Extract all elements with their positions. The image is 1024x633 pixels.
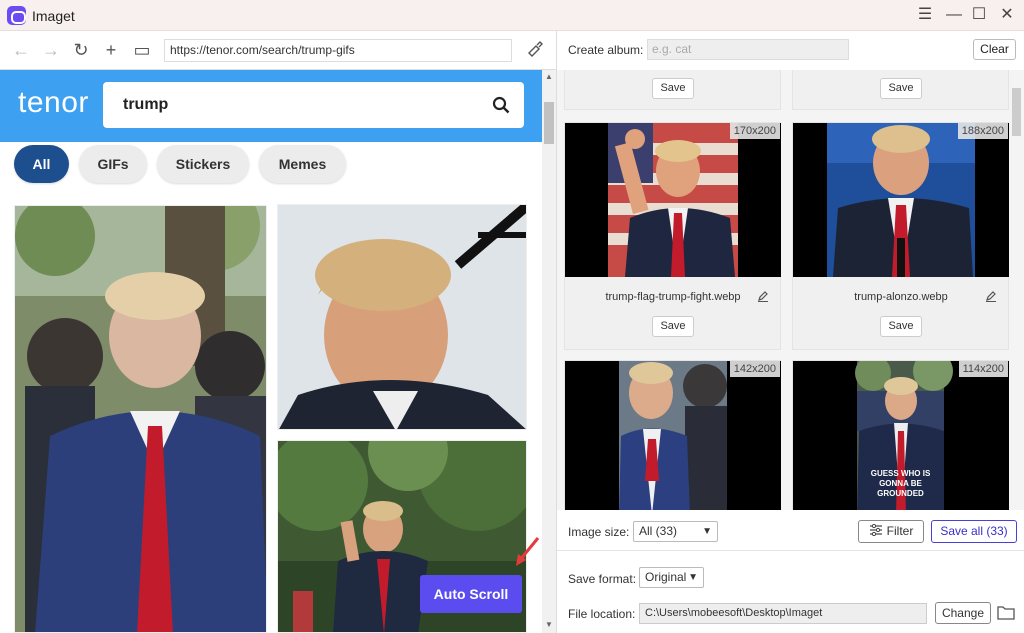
image-card: GUESS WHO IS GONNA BE GROUNDED 114x200 [792, 360, 1009, 510]
image-size-select[interactable]: All (33) ▼ [633, 521, 718, 542]
image-card: 170x200 trump-flag-trump-fight.webp Save [564, 122, 781, 350]
tenor-logo[interactable]: tenor [18, 86, 89, 120]
address-bar: ← → ↻ + ▭ https://tenor.com/search/trump… [0, 31, 556, 70]
image-caption: GUESS WHO IS GONNA BE GROUNDED [870, 469, 931, 498]
clear-button[interactable]: Clear [973, 39, 1016, 60]
filter-icon [869, 523, 882, 537]
filter-button[interactable]: Filter [858, 520, 924, 543]
gallery-scrollbar[interactable] [1009, 70, 1024, 510]
image-dimensions: 142x200 [729, 361, 780, 377]
filter-label: Filter [886, 524, 914, 538]
app-title: Imaget [32, 8, 75, 24]
clean-icon[interactable] [524, 39, 546, 61]
image-thumbnail[interactable] [565, 123, 781, 277]
image-thumbnail[interactable] [565, 361, 781, 510]
scroll-down-icon[interactable]: ▼ [545, 620, 553, 629]
gif-tile[interactable] [14, 205, 267, 633]
scroll-thumb[interactable] [544, 102, 554, 144]
album-input[interactable]: e.g. cat [647, 39, 849, 60]
search-input[interactable]: trump [123, 96, 168, 114]
create-album-label: Create album: [568, 43, 644, 57]
image-size-value: All (33) [639, 524, 678, 538]
webpage-view: tenor trump All GIFs Stickers Memes Auto… [0, 70, 542, 633]
image-dimensions: 114x200 [958, 361, 1008, 377]
image-filename: trump-alonzo.webp [854, 291, 948, 303]
chip-all[interactable]: All [14, 145, 69, 183]
save-all-button[interactable]: Save all (33) [931, 520, 1017, 543]
gif-tile[interactable] [277, 204, 527, 430]
new-tab-icon[interactable]: + [100, 39, 122, 61]
search-icon[interactable] [492, 96, 510, 114]
scroll-up-icon[interactable]: ▲ [545, 72, 553, 81]
title-bar: Imaget ☰ — ☐ ✕ [0, 0, 1024, 31]
forward-icon[interactable]: → [40, 39, 62, 61]
maximize-icon[interactable]: ☐ [968, 5, 990, 25]
edit-icon[interactable] [985, 290, 997, 302]
auto-scroll-button[interactable]: Auto Scroll [420, 575, 522, 613]
separator [557, 550, 1024, 551]
save-button[interactable]: Save [880, 78, 922, 99]
chip-memes[interactable]: Memes [259, 145, 346, 183]
image-card: 188x200 trump-alonzo.webp Save [792, 122, 1009, 350]
image-gallery: Save Save 170x200 trump-flag-trump-fight… [557, 70, 1009, 510]
image-thumbnail[interactable] [793, 123, 1009, 277]
reload-icon[interactable]: ↻ [70, 39, 92, 61]
image-card: 142x200 [564, 360, 781, 510]
tenor-header: tenor trump [0, 70, 542, 142]
app-logo-icon [7, 6, 26, 25]
download-panel: Create album: e.g. cat Clear Save Save 1… [557, 31, 1024, 633]
image-size-label: Image size: [568, 525, 630, 539]
image-card: Save [564, 70, 781, 110]
close-icon[interactable]: ✕ [996, 5, 1018, 25]
save-format-label: Save format: [568, 572, 637, 586]
webpage-scrollbar[interactable]: ▲ ▼ [542, 70, 556, 633]
gallery-scroll-thumb[interactable] [1012, 88, 1021, 136]
image-thumbnail[interactable]: GUESS WHO IS GONNA BE GROUNDED [793, 361, 1009, 510]
save-button[interactable]: Save [652, 316, 694, 337]
image-dimensions: 170x200 [729, 123, 780, 139]
chevron-down-icon: ▼ [702, 526, 712, 537]
image-filename: trump-flag-trump-fight.webp [605, 291, 741, 303]
menu-icon[interactable]: ☰ [914, 5, 936, 25]
image-card: Save [792, 70, 1009, 110]
minimize-icon[interactable]: — [943, 5, 965, 25]
folder-icon[interactable] [997, 604, 1015, 620]
chip-gifs[interactable]: GIFs [79, 145, 147, 183]
back-icon[interactable]: ← [10, 39, 32, 61]
pointer-arrow-icon [516, 537, 540, 566]
url-input[interactable]: https://tenor.com/search/trump-gifs [164, 39, 512, 62]
search-box[interactable]: trump [103, 82, 524, 128]
bottom-controls: Image size: All (33) ▼ Filter Save all (… [557, 510, 1024, 633]
chevron-down-icon: ▼ [688, 572, 698, 583]
save-format-select[interactable]: Original ▼ [639, 567, 704, 588]
save-button[interactable]: Save [652, 78, 694, 99]
image-dimensions: 188x200 [957, 123, 1008, 139]
save-button[interactable]: Save [880, 316, 922, 337]
change-button[interactable]: Change [935, 602, 991, 624]
file-location-label: File location: [568, 607, 636, 621]
file-location-input[interactable]: C:\Users\mobeesoft\Desktop\Imaget [639, 603, 927, 624]
save-format-value: Original [645, 570, 687, 584]
window-icon[interactable]: ▭ [131, 39, 153, 61]
chip-stickers[interactable]: Stickers [157, 145, 249, 183]
edit-icon[interactable] [757, 290, 769, 302]
